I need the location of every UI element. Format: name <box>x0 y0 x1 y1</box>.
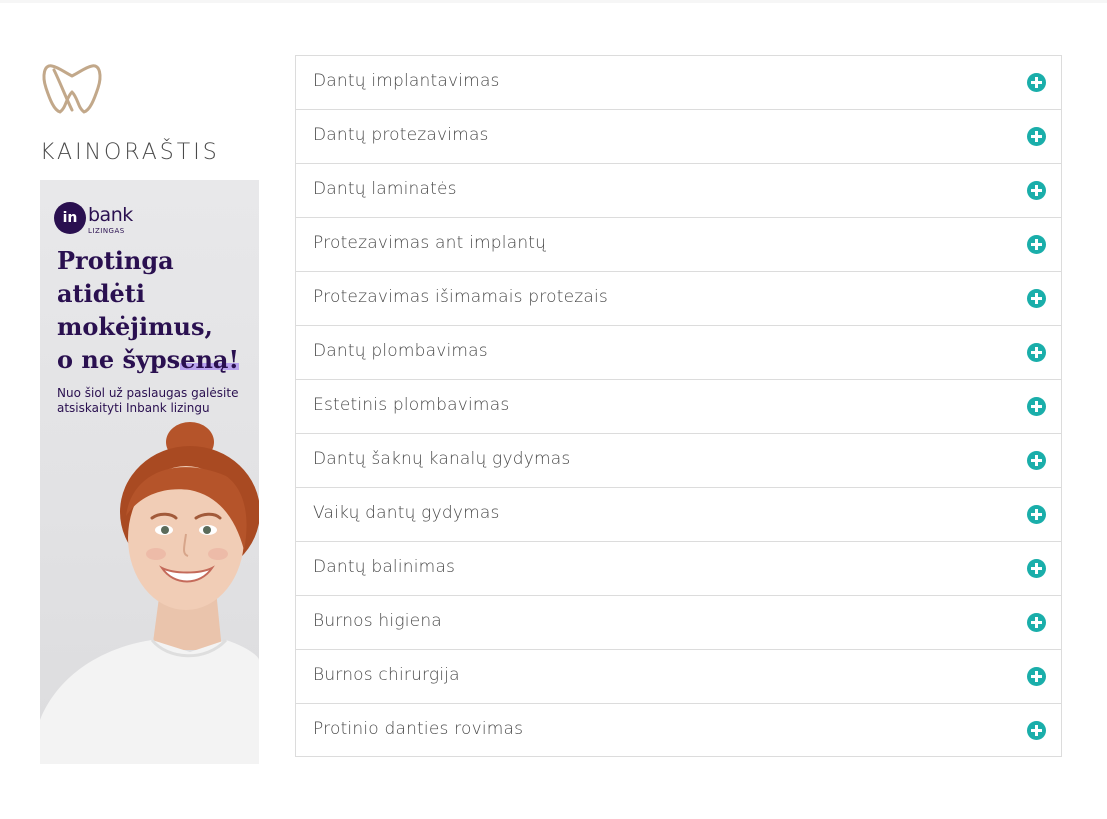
inbank-badge-icon: in <box>54 202 86 234</box>
accordion-item[interactable]: Dantų balinimas <box>296 542 1061 596</box>
accordion-item[interactable]: Vaikų dantų gydymas <box>296 488 1061 542</box>
accordion-item[interactable]: Burnos higiena <box>296 596 1061 650</box>
headline-line: atidėti <box>57 279 146 308</box>
plus-circle-icon[interactable] <box>1027 73 1046 92</box>
plus-circle-icon[interactable] <box>1027 127 1046 146</box>
headline-line: Protinga <box>57 246 174 275</box>
price-list-accordion: Dantų implantavimas Dantų protezavimas D… <box>295 55 1062 757</box>
brand-subtitle: LIZINGAS <box>88 227 125 235</box>
accordion-item-label: Vaikų dantų gydymas <box>313 503 500 523</box>
accordion-item[interactable]: Dantų šaknų kanalų gydymas <box>296 434 1061 488</box>
accordion-item-label: Estetinis plombavimas <box>313 395 510 415</box>
top-divider <box>0 0 1107 3</box>
accordion-item[interactable]: Estetinis plombavimas <box>296 380 1061 434</box>
accordion-item[interactable]: Dantų implantavimas <box>296 56 1061 110</box>
plus-circle-icon[interactable] <box>1027 289 1046 308</box>
plus-circle-icon[interactable] <box>1027 397 1046 416</box>
plus-circle-icon[interactable] <box>1027 505 1046 524</box>
plus-circle-icon[interactable] <box>1027 235 1046 254</box>
accordion-item[interactable]: Protezavimas išimamais protezais <box>296 272 1061 326</box>
plus-circle-icon[interactable] <box>1027 613 1046 632</box>
accordion-item[interactable]: Protinio danties rovimas <box>296 704 1061 756</box>
inbank-leasing-banner[interactable]: in bank LIZINGAS Protinga atidėti mokėji… <box>40 180 259 764</box>
accordion-item-label: Dantų šaknų kanalų gydymas <box>313 449 571 469</box>
plus-circle-icon[interactable] <box>1027 343 1046 362</box>
smiling-woman-photo <box>40 422 259 764</box>
accordion-item[interactable]: Dantų laminatės <box>296 164 1061 218</box>
plus-circle-icon[interactable] <box>1027 721 1046 740</box>
accordion-item-label: Protinio danties rovimas <box>313 719 524 739</box>
accordion-item[interactable]: Dantų protezavimas <box>296 110 1061 164</box>
plus-circle-icon[interactable] <box>1027 667 1046 686</box>
accordion-item-label: Dantų plombavimas <box>313 341 488 361</box>
accordion-item[interactable]: Protezavimas ant implantų <box>296 218 1061 272</box>
accordion-item-label: Burnos higiena <box>313 611 442 631</box>
accordion-item-label: Dantų protezavimas <box>313 125 489 145</box>
banner-subtext: Nuo šiol už paslaugas galėsite atsiskait… <box>57 386 239 415</box>
headline-line: mokėjimus, <box>57 312 213 341</box>
headline-plain: o ne šyps <box>57 345 181 374</box>
accordion-item-label: Burnos chirurgija <box>313 665 460 685</box>
plus-circle-icon[interactable] <box>1027 181 1046 200</box>
plus-circle-icon[interactable] <box>1027 451 1046 470</box>
accordion-item-label: Dantų implantavimas <box>313 71 500 91</box>
accordion-item-label: Protezavimas ant implantų <box>313 233 547 253</box>
accordion-item[interactable]: Burnos chirurgija <box>296 650 1061 704</box>
banner-headline: Protinga atidėti mokėjimus, o ne šypseną… <box>57 244 257 376</box>
accordion-item[interactable]: Dantų plombavimas <box>296 326 1061 380</box>
brand-name: bank <box>88 204 133 226</box>
plus-circle-icon[interactable] <box>1027 559 1046 578</box>
tooth-logo-icon <box>42 64 102 114</box>
accordion-item-label: Dantų balinimas <box>313 557 456 577</box>
accordion-item-label: Protezavimas išimamais protezais <box>313 287 608 307</box>
page-title: KAINORAŠTIS <box>40 140 220 165</box>
headline-highlight: eną! <box>180 345 239 374</box>
headline-line-last: o ne šypseną! <box>57 343 257 376</box>
accordion-item-label: Dantų laminatės <box>313 179 457 199</box>
